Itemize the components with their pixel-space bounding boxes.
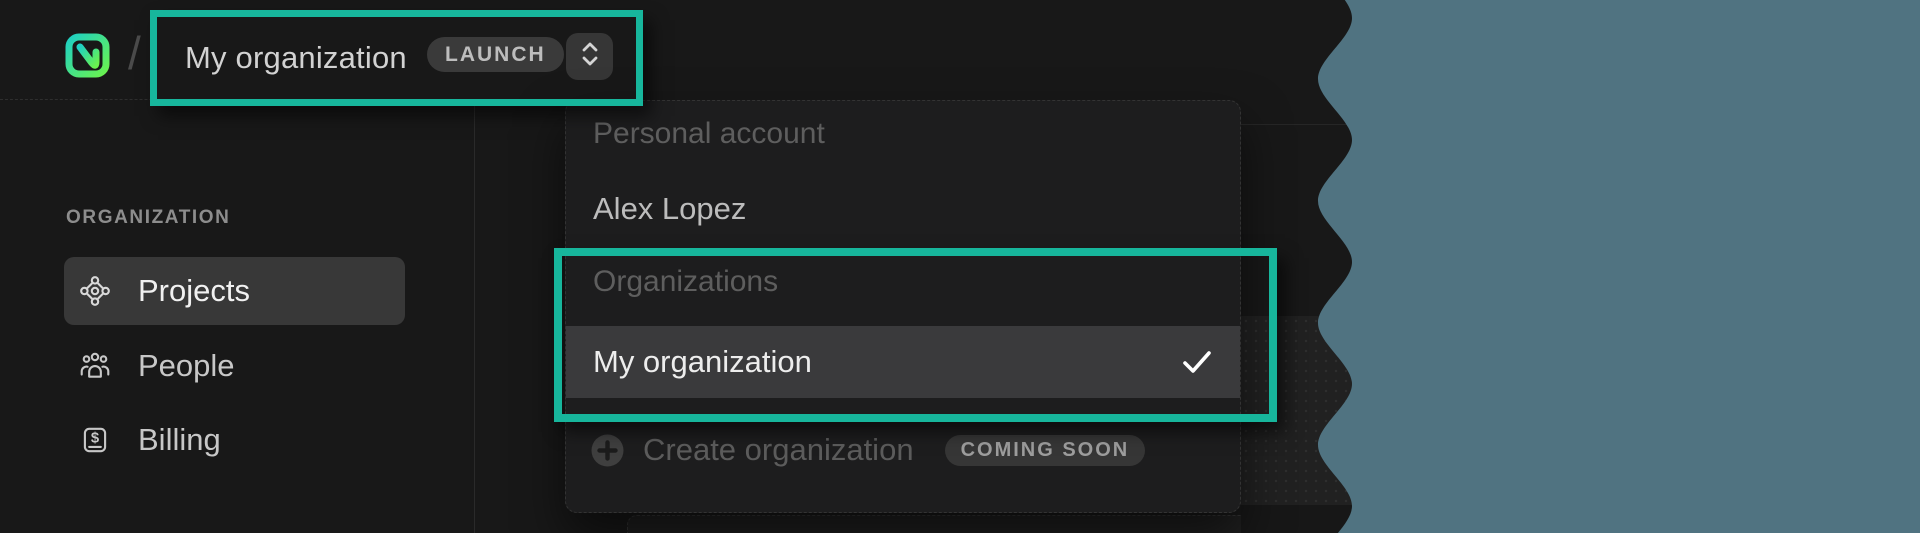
people-icon	[78, 349, 112, 383]
content-footer-strip	[1241, 505, 1353, 533]
svg-text:$: $	[91, 431, 100, 447]
annotation-box-org-switcher	[150, 10, 643, 106]
sidebar-item-label: People	[138, 348, 235, 384]
projects-icon	[78, 274, 112, 308]
menu-item-alex-lopez[interactable]: Alex Lopez	[593, 191, 746, 227]
sidebar-item-projects[interactable]: Projects	[64, 257, 405, 325]
sidebar-item-label: Billing	[138, 422, 221, 458]
menu-item-label: Create organization	[643, 432, 914, 468]
sidebar-item-people[interactable]: People	[64, 332, 405, 400]
sidebar-section-label: ORGANIZATION	[66, 207, 231, 229]
content-card-edge	[627, 515, 1241, 533]
sidebar-item-billing[interactable]: $ Billing	[64, 406, 405, 474]
content-panel-divider	[1241, 124, 1357, 125]
sidebar-divider	[474, 99, 475, 533]
sidebar-item-label: Projects	[138, 273, 250, 309]
menu-item-create-organization[interactable]: Create organization COMING SOON	[566, 414, 1240, 486]
billing-icon: $	[78, 423, 112, 457]
annotation-box-my-organization	[554, 248, 1277, 422]
neon-logo[interactable]	[61, 28, 113, 82]
plus-circle-icon	[591, 434, 624, 467]
menu-group-personal-account: Personal account	[593, 117, 825, 151]
breadcrumb-separator: /	[128, 26, 141, 80]
coming-soon-badge: COMING SOON	[945, 435, 1146, 466]
app-window: / My organization LAUNCH ORGANIZATION Pr…	[0, 0, 1920, 533]
